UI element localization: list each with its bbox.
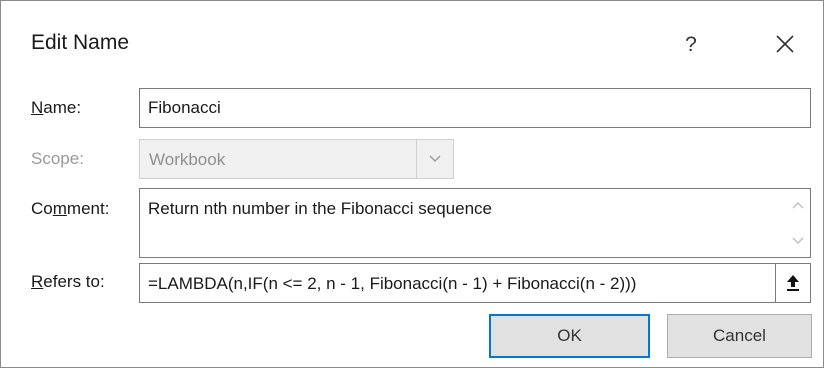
- name-input[interactable]: [139, 88, 811, 128]
- scope-label: Scope:: [31, 149, 84, 168]
- collapse-dialog-button[interactable]: [775, 264, 810, 302]
- dialog-title: Edit Name: [31, 31, 130, 54]
- ok-button[interactable]: OK: [489, 314, 650, 358]
- refers-to-label-text: efers to:: [43, 272, 105, 291]
- close-icon: [776, 35, 794, 53]
- scroll-up-arrow-icon[interactable]: [792, 201, 804, 209]
- close-button[interactable]: [759, 23, 811, 65]
- scope-dropdown-arrow[interactable]: [416, 140, 453, 178]
- scope-value: Workbook: [149, 150, 226, 169]
- edit-name-dialog: Edit Name ? Name: Scope: Workbook Commen…: [0, 0, 824, 368]
- refers-to-label-accelerator: R: [31, 272, 44, 291]
- scope-dropdown[interactable]: Workbook: [139, 139, 454, 179]
- upload-arrow-icon: [787, 275, 799, 291]
- comment-label-pre: Co: [31, 199, 53, 218]
- name-label-text: ame:: [43, 98, 82, 117]
- refers-to-input[interactable]: =LAMBDA(n,IF(n <= 2, n - 1, Fibonacci(n …: [139, 263, 811, 303]
- help-button[interactable]: ?: [665, 25, 717, 65]
- comment-text: Return nth number in the Fibonacci seque…: [148, 199, 492, 218]
- name-label: Name:: [31, 98, 81, 118]
- refers-to-label: Refers to:: [31, 272, 105, 292]
- comment-label-accelerator: m: [52, 199, 67, 218]
- refers-to-formula: =LAMBDA(n,IF(n <= 2, n - 1, Fibonacci(n …: [148, 274, 637, 293]
- scroll-down-arrow-icon[interactable]: [792, 237, 804, 245]
- chevron-down-icon: [429, 155, 441, 162]
- cancel-button[interactable]: Cancel: [667, 314, 812, 358]
- comment-textarea[interactable]: Return nth number in the Fibonacci seque…: [139, 188, 811, 258]
- title-bar: Edit Name ?: [1, 1, 823, 85]
- comment-label: Comment:: [31, 199, 109, 219]
- comment-label-post: ment:: [66, 199, 110, 218]
- name-label-accelerator: N: [31, 98, 44, 117]
